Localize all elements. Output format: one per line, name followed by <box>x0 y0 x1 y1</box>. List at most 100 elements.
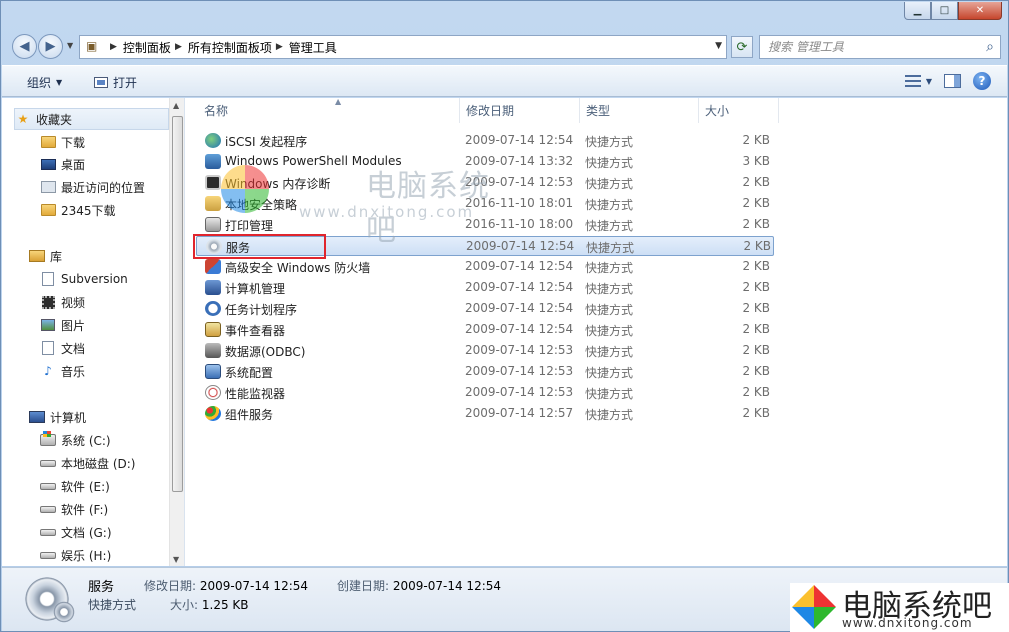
nav-item-downloads[interactable]: 下载 <box>2 131 172 153</box>
nav-item-documents[interactable]: 文档 <box>2 337 172 359</box>
nav-item-recent-places[interactable]: 最近访问的位置 <box>2 176 172 198</box>
file-row[interactable]: 服务 2009-07-14 12:54 快捷方式 2 KB <box>196 236 774 256</box>
drive-icon <box>40 459 56 467</box>
address-dropdown-icon[interactable]: ▼ <box>715 41 722 51</box>
nav-item-drive-g[interactable]: 文档 (G:) <box>2 521 172 543</box>
file-type: 快捷方式 <box>585 156 634 170</box>
minimize-button[interactable]: ▁ <box>904 2 931 20</box>
services-small-gear-icon <box>52 600 76 624</box>
file-list: 名称 ▲ 修改日期 类型 大小 iSCSI 发起程序 2009-07-14 12:… <box>186 97 1007 566</box>
details-created-value: 2009-07-14 12:54 <box>392 579 502 593</box>
address-bar[interactable]: ▣ ▶ 控制面板 ▶ 所有控制面板项 ▶ 管理工具 ▼ <box>79 35 727 59</box>
details-view-icon <box>904 75 921 87</box>
file-row[interactable]: 组件服务 2009-07-14 12:57 快捷方式 2 KB <box>196 404 774 424</box>
memory-diagnostic-icon <box>205 175 221 190</box>
firewall-icon <box>205 259 221 274</box>
system-drive-icon <box>40 431 56 446</box>
nav-item-2345-download[interactable]: 2345下载 <box>2 199 172 221</box>
nav-label: 软件 (E:) <box>61 479 110 494</box>
nav-label: 文档 (G:) <box>61 525 112 540</box>
event-viewer-icon <box>205 322 221 337</box>
breadcrumb-separator-icon[interactable]: ▶ <box>110 42 117 52</box>
nav-libraries[interactable]: 库 <box>2 245 172 267</box>
column-header-name[interactable]: 名称 ▲ <box>198 97 460 123</box>
scrollbar-thumb[interactable] <box>172 116 183 492</box>
drive-icon <box>40 551 56 559</box>
file-row[interactable]: 事件查看器 2009-07-14 12:54 快捷方式 2 KB <box>196 320 774 340</box>
file-row[interactable]: iSCSI 发起程序 2009-07-14 12:54 快捷方式 2 KB <box>196 131 774 151</box>
file-row[interactable]: 性能监视器 2009-07-14 12:53 快捷方式 2 KB <box>196 383 774 403</box>
file-row[interactable]: 任务计划程序 2009-07-14 12:54 快捷方式 2 KB <box>196 299 774 319</box>
nav-item-subversion[interactable]: Subversion <box>2 268 172 290</box>
forward-button[interactable]: ▶ <box>38 34 63 59</box>
refresh-button[interactable]: ⟳ <box>731 36 753 58</box>
nav-item-drive-c[interactable]: 系统 (C:) <box>2 429 172 451</box>
file-row[interactable]: 系统配置 2009-07-14 12:53 快捷方式 2 KB <box>196 362 774 382</box>
preview-pane-button[interactable] <box>944 74 961 88</box>
nav-label: 图片 <box>61 318 86 333</box>
file-size: 2 KB <box>742 196 770 210</box>
file-name: 计算机管理 <box>225 282 286 296</box>
breadcrumb-control-panel[interactable]: 控制面板 <box>123 39 171 56</box>
nav-item-music[interactable]: ♪ 音乐 <box>2 360 172 382</box>
details-modified-label: 修改日期: <box>144 579 197 593</box>
drive-icon <box>40 482 56 490</box>
control-panel-icon: ▣ <box>86 39 98 53</box>
file-row[interactable]: 数据源(ODBC) 2009-07-14 12:53 快捷方式 2 KB <box>196 341 774 361</box>
folder-download-icon <box>40 136 56 148</box>
column-header-type[interactable]: 类型 <box>580 98 699 123</box>
organize-button[interactable]: 组织 ▼ <box>27 74 62 91</box>
video-icon <box>41 295 55 309</box>
nav-item-drive-h[interactable]: 娱乐 (H:) <box>2 544 172 566</box>
nav-label: 文档 <box>61 341 86 356</box>
file-name: 服务 <box>226 241 251 255</box>
file-row[interactable]: 高级安全 Windows 防火墙 2009-07-14 12:54 快捷方式 2 KB <box>196 257 774 277</box>
file-name: 组件服务 <box>225 408 274 422</box>
breadcrumb-separator-icon[interactable]: ▶ <box>276 42 283 52</box>
recent-pages-dropdown[interactable]: ▼ <box>67 41 73 50</box>
breadcrumb-all-items[interactable]: 所有控制面板项 <box>188 39 272 56</box>
nav-item-pictures[interactable]: 图片 <box>2 314 172 336</box>
breadcrumb-separator-icon[interactable]: ▶ <box>175 42 182 52</box>
file-size: 3 KB <box>742 154 770 168</box>
file-row[interactable]: Windows 内存诊断 2009-07-14 12:53 快捷方式 2 KB <box>196 173 774 193</box>
close-button[interactable]: ✕ <box>958 2 1002 20</box>
file-type: 快捷方式 <box>586 241 635 255</box>
open-button[interactable]: 打开 <box>94 74 137 91</box>
nav-item-drive-f[interactable]: 软件 (F:) <box>2 498 172 520</box>
nav-pane-scrollbar[interactable]: ▲ ▼ <box>169 98 184 566</box>
scroll-up-icon[interactable]: ▲ <box>173 101 179 110</box>
file-type: 快捷方式 <box>585 177 634 191</box>
file-row[interactable]: 打印管理 2016-11-10 18:00 快捷方式 2 KB <box>196 215 774 235</box>
nav-label: 本地磁盘 (D:) <box>61 456 136 471</box>
nav-item-drive-e[interactable]: 软件 (E:) <box>2 475 172 497</box>
nav-item-drive-d[interactable]: 本地磁盘 (D:) <box>2 452 172 474</box>
file-row[interactable]: 本地安全策略 2016-11-10 18:01 快捷方式 2 KB <box>196 194 774 214</box>
nav-label: 娱乐 (H:) <box>61 548 112 563</box>
nav-item-videos[interactable]: 视频 <box>2 291 172 313</box>
search-input[interactable] <box>768 40 978 54</box>
file-modified: 2009-07-14 12:54 <box>465 259 574 273</box>
nav-label: Subversion <box>61 272 128 286</box>
file-size: 2 KB <box>743 239 771 253</box>
file-row[interactable]: 计算机管理 2009-07-14 12:54 快捷方式 2 KB <box>196 278 774 298</box>
change-view-button[interactable]: ▼ <box>904 75 932 87</box>
file-size: 2 KB <box>742 385 770 399</box>
column-header-size[interactable]: 大小 <box>699 98 779 123</box>
file-row[interactable]: Windows PowerShell Modules 2009-07-14 13:… <box>196 152 774 172</box>
help-button[interactable]: ? <box>973 72 991 90</box>
search-icon[interactable]: ⌕ <box>986 39 994 55</box>
maximize-button[interactable]: □ <box>931 2 958 20</box>
navigation-row: ◀ ▶ ▼ ▣ ▶ 控制面板 ▶ 所有控制面板项 ▶ 管理工具 ▼ ⟳ ⌕ <box>1 31 1008 61</box>
nav-computer[interactable]: 计算机 <box>2 406 172 428</box>
breadcrumb-admin-tools[interactable]: 管理工具 <box>289 39 337 56</box>
caption-buttons: ▁ □ ✕ <box>904 2 1002 20</box>
search-box[interactable]: ⌕ <box>759 35 1001 59</box>
explorer-window: ▁ □ ✕ ◀ ▶ ▼ ▣ ▶ 控制面板 ▶ 所有控制面板项 ▶ 管理工具 ▼ … <box>0 0 1009 632</box>
nav-item-desktop[interactable]: 桌面 <box>2 153 172 175</box>
scroll-down-icon[interactable]: ▼ <box>173 555 179 564</box>
file-type: 快捷方式 <box>585 198 634 212</box>
nav-favorites[interactable]: ★ 收藏夹 <box>14 108 169 130</box>
column-header-modified[interactable]: 修改日期 <box>460 98 580 123</box>
back-button[interactable]: ◀ <box>12 34 37 59</box>
